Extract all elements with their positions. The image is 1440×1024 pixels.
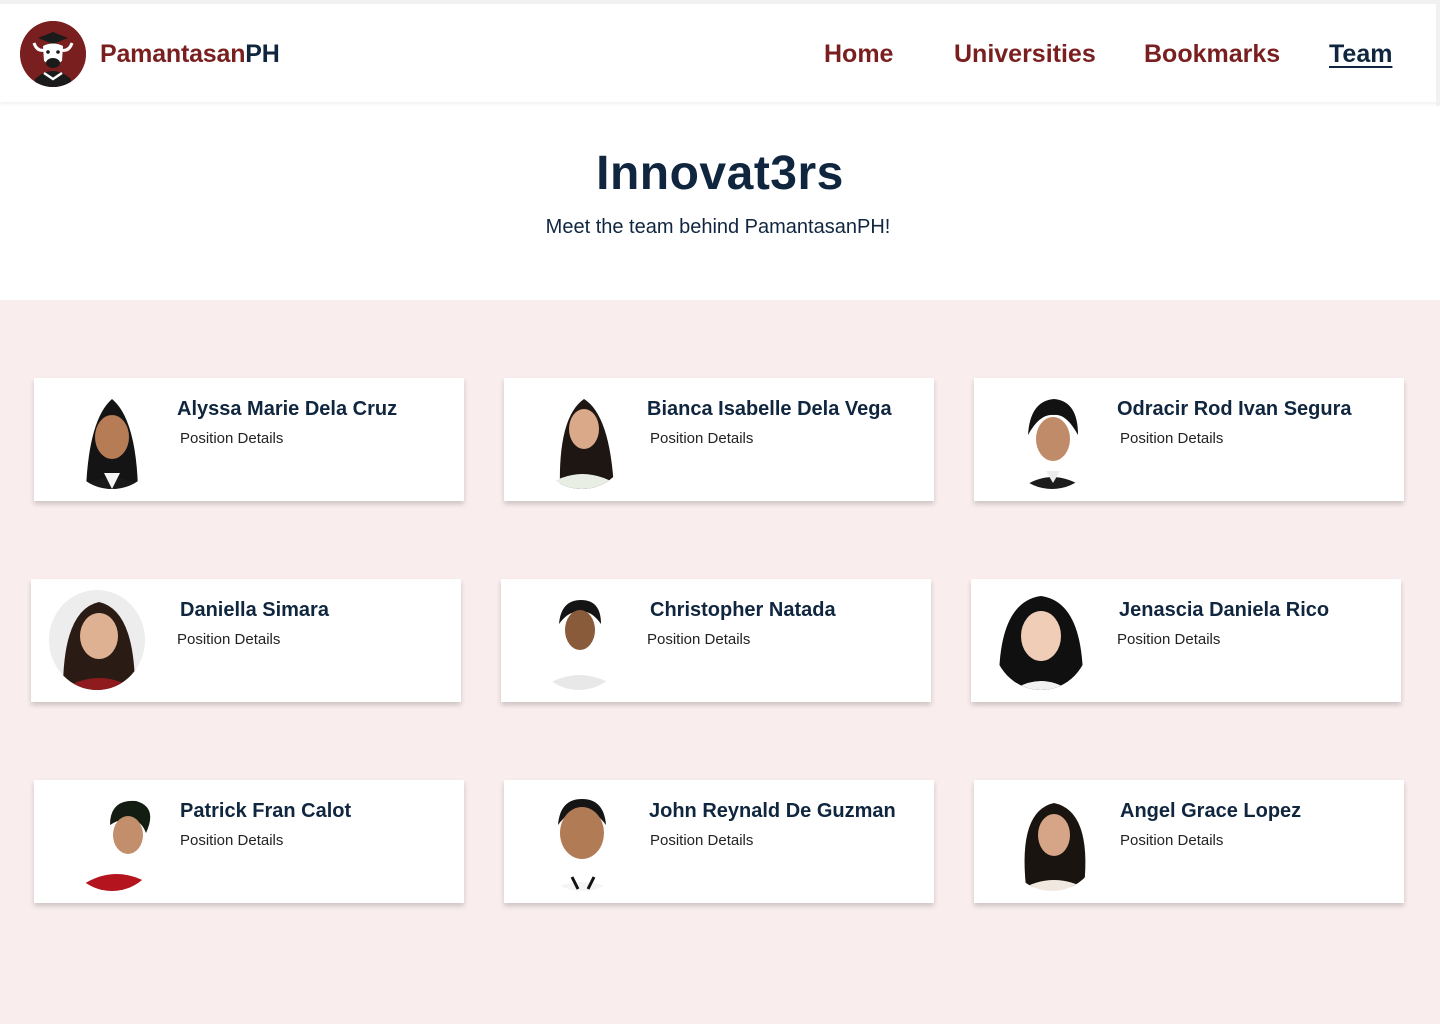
brand-name: PamantasanPH xyxy=(100,40,280,69)
team-card[interactable]: Daniella Simara Position Details xyxy=(31,579,461,702)
member-position: Position Details xyxy=(180,430,284,447)
avatar xyxy=(993,590,1089,690)
nav-home-link[interactable]: Home xyxy=(824,40,893,69)
member-position: Position Details xyxy=(650,832,754,849)
top-navbar: PamantasanPH Home Universities Bookmarks… xyxy=(0,0,1440,106)
window-edge xyxy=(1436,4,1440,106)
team-hero: Innovat3rs Meet the team behind Pamantas… xyxy=(0,102,1440,300)
page-title: Innovat3rs xyxy=(596,147,844,200)
member-name: Angel Grace Lopez xyxy=(1120,800,1302,822)
avatar xyxy=(1004,791,1100,891)
team-card[interactable]: Odracir Rod Ivan Segura Position Details xyxy=(974,378,1404,501)
member-position: Position Details xyxy=(1120,430,1224,447)
avatar xyxy=(531,590,627,690)
nav-bookmarks-link[interactable]: Bookmarks xyxy=(1144,40,1280,69)
avatar xyxy=(49,590,145,690)
nav-universities-link[interactable]: Universities xyxy=(954,40,1096,69)
member-name: Jenascia Daniela Rico xyxy=(1119,599,1330,621)
member-name: Bianca Isabelle Dela Vega xyxy=(647,398,892,420)
avatar xyxy=(64,389,160,489)
avatar xyxy=(64,791,160,891)
member-position: Position Details xyxy=(647,631,751,648)
member-position: Position Details xyxy=(177,631,281,648)
team-card[interactable]: Jenascia Daniela Rico Position Details xyxy=(971,579,1401,702)
brand-home-link[interactable]: PamantasanPH xyxy=(20,21,280,87)
carabao-logo-icon xyxy=(20,21,86,87)
avatar xyxy=(1004,389,1100,489)
page-subtitle: Meet the team behind PamantasanPH! xyxy=(545,216,891,238)
nav-team-link[interactable]: Team xyxy=(1329,40,1392,69)
team-section: Alyssa Marie Dela Cruz Position Details … xyxy=(0,300,1440,1024)
team-card[interactable]: Alyssa Marie Dela Cruz Position Details xyxy=(34,378,464,501)
team-card[interactable]: John Reynald De Guzman Position Details xyxy=(504,780,934,903)
member-position: Position Details xyxy=(180,832,284,849)
member-name: Alyssa Marie Dela Cruz xyxy=(177,398,398,420)
member-position: Position Details xyxy=(650,430,754,447)
team-card[interactable]: Patrick Fran Calot Position Details xyxy=(34,780,464,903)
team-card[interactable]: Angel Grace Lopez Position Details xyxy=(974,780,1404,903)
member-position: Position Details xyxy=(1117,631,1221,648)
avatar xyxy=(534,791,630,891)
member-name: Odracir Rod Ivan Segura xyxy=(1117,398,1352,420)
team-card[interactable]: Christopher Natada Position Details xyxy=(501,579,931,702)
member-name: Christopher Natada xyxy=(650,599,836,621)
brand-name-part2: PH xyxy=(245,39,280,68)
brand-name-part1: Pamantasan xyxy=(100,39,246,68)
avatar xyxy=(534,389,630,489)
team-card[interactable]: Bianca Isabelle Dela Vega Position Detai… xyxy=(504,378,934,501)
member-name: Patrick Fran Calot xyxy=(180,800,352,822)
member-name: Daniella Simara xyxy=(180,599,329,621)
member-position: Position Details xyxy=(1120,832,1224,849)
member-name: John Reynald De Guzman xyxy=(649,800,896,822)
